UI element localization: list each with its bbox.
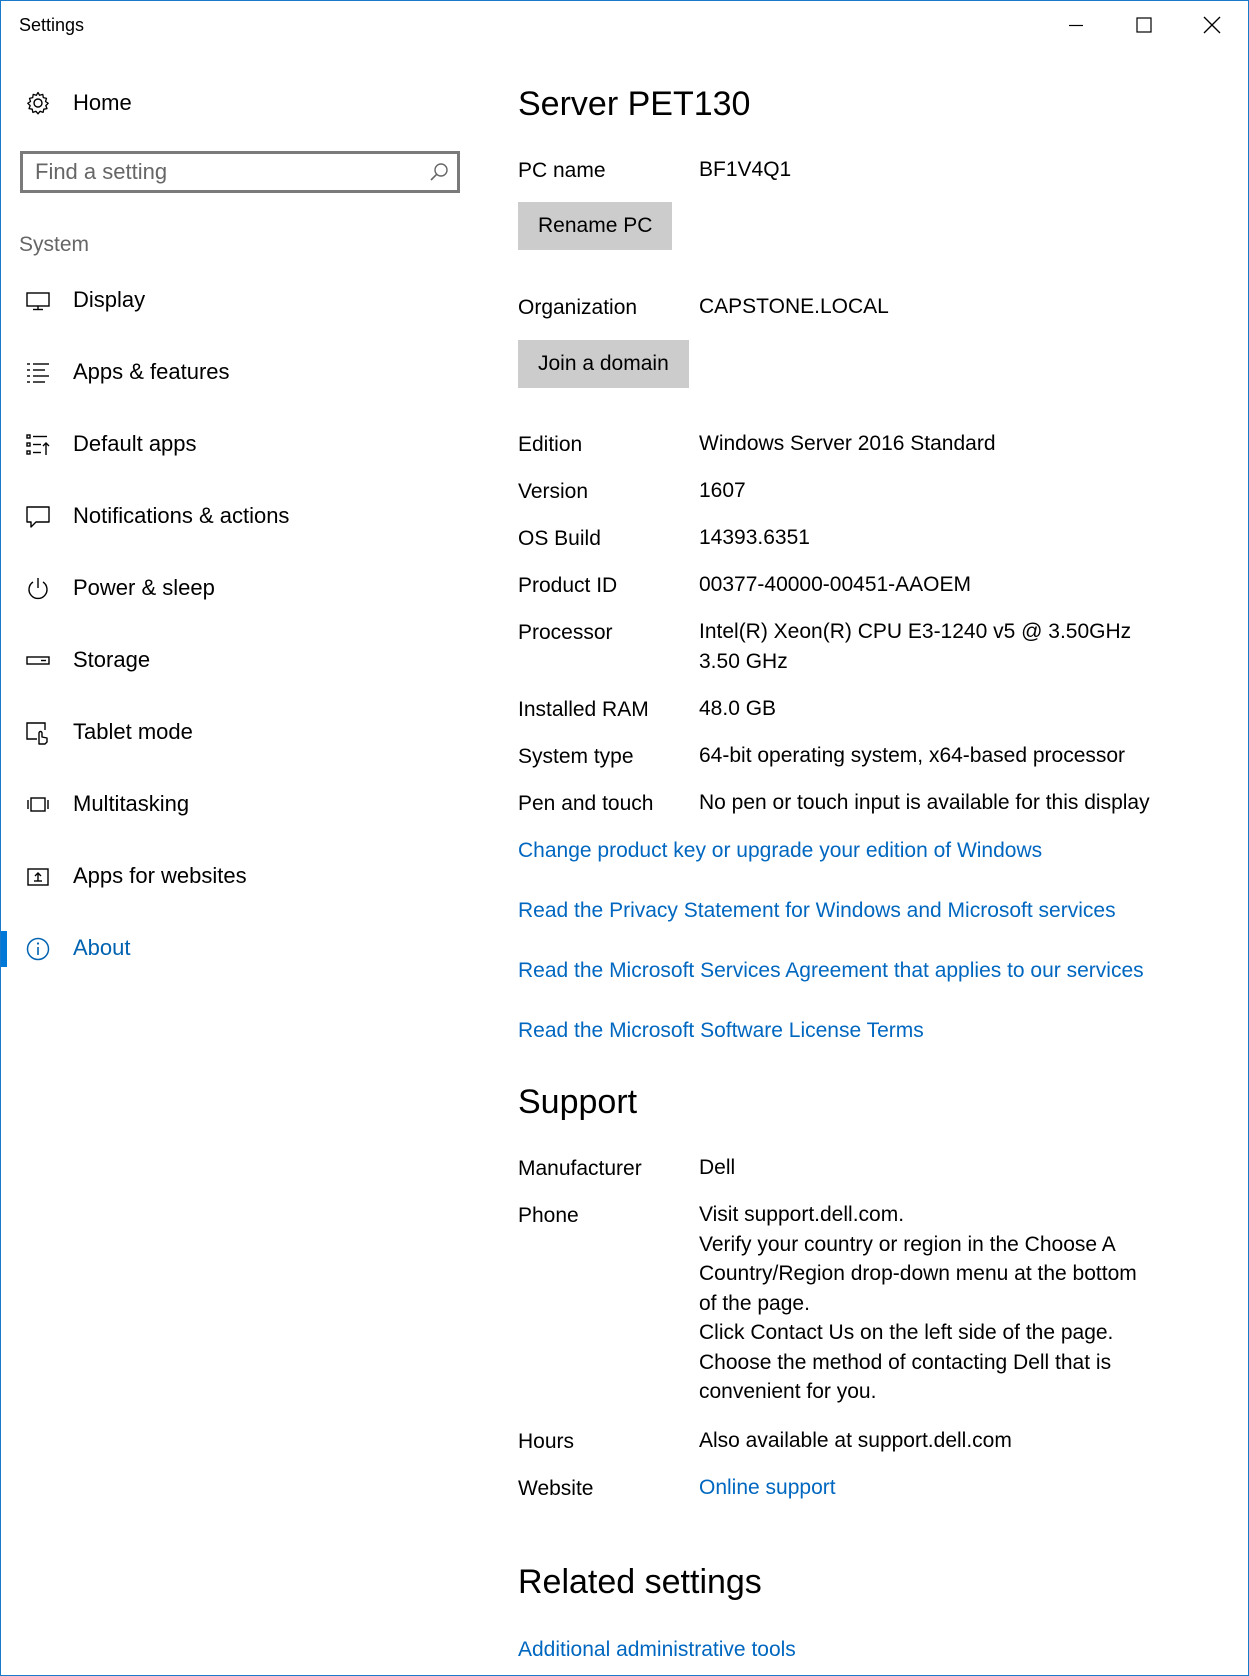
sidebar-item-label: Default apps (73, 431, 197, 456)
sidebar-item-label: Multitasking (73, 791, 190, 816)
power-icon (25, 576, 51, 602)
spec-value-product-id: 00377-40000-00451-AAOEM (699, 573, 972, 596)
spec-label-processor: Processor (518, 621, 613, 644)
sidebar-item-apps-for-websites[interactable]: Apps for websites (1, 849, 471, 905)
settings-window: Settings Home Find a setting System Disp… (0, 0, 1249, 1676)
spec-label-pen-touch: Pen and touch (518, 792, 654, 815)
sidebar-item-notifications[interactable]: Notifications & actions (1, 489, 471, 545)
related-settings-heading: Related settings (518, 1563, 762, 1601)
rename-pc-button[interactable]: Rename PC (518, 202, 673, 250)
sidebar-item-label: Power & sleep (73, 575, 215, 600)
sidebar-item-power-sleep[interactable]: Power & sleep (1, 561, 471, 617)
home-label: Home (73, 90, 132, 115)
phone-line: Verify your country or region in the Cho… (699, 1232, 1116, 1256)
processor-speed: 3.50 GHz (699, 649, 788, 673)
manufacturer-label: Manufacturer (518, 1157, 642, 1180)
sidebar-item-label: About (73, 935, 131, 960)
page-title: Server PET130 (518, 85, 751, 123)
support-heading: Support (518, 1083, 638, 1121)
search-input[interactable] (35, 158, 415, 186)
storage-drive-icon (25, 648, 51, 674)
window-title: Settings (19, 15, 85, 35)
search-icon[interactable] (429, 162, 449, 182)
organization-label: Organization (518, 296, 638, 319)
sidebar-item-label: Notifications & actions (73, 503, 290, 528)
phone-line: Click Contact Us on the left side of the… (699, 1321, 1114, 1344)
apps-for-websites-icon (25, 864, 51, 890)
sidebar-item-label: Apps & features (73, 359, 230, 384)
spec-value-version: 1607 (699, 479, 746, 502)
spec-value-edition: Windows Server 2016 Standard (699, 432, 996, 455)
sidebar-item-about[interactable]: About (1, 921, 471, 977)
sidebar-item-label: Storage (73, 647, 151, 672)
phone-line: Country/Region drop-down menu at the bot… (699, 1262, 1137, 1285)
sidebar-item-storage[interactable]: Storage (1, 633, 471, 689)
sidebar-item-tablet-mode[interactable]: Tablet mode (1, 705, 471, 761)
online-support-link[interactable]: Online support (699, 1476, 836, 1499)
section-label-system: System (19, 233, 90, 256)
title-bar: Settings (1, 1, 1248, 49)
admin-tools-link[interactable]: Additional administrative tools (518, 1638, 796, 1662)
maximize-button[interactable] (1110, 1, 1178, 49)
spec-value-installed-ram: 48.0 GB (699, 697, 777, 720)
default-apps-icon (25, 432, 51, 458)
manufacturer-value: Dell (699, 1156, 736, 1179)
sidebar: Home System Display Apps & features (1, 49, 471, 1675)
phone-value: Visit support.dell.com. Verify your coun… (699, 1200, 1219, 1407)
spec-value-system-type: 64-bit operating system, x64-based proce… (699, 744, 1126, 767)
phone-line: Choose the method of contacting Dell tha… (699, 1350, 1112, 1374)
home-nav-item[interactable]: Home (1, 79, 471, 127)
pc-name-value: BF1V4Q1 (699, 158, 792, 181)
sidebar-item-label: Display (73, 287, 146, 312)
phone-line: of the page. (699, 1291, 810, 1315)
list-icon (25, 360, 51, 386)
spec-value-os-build: 14393.6351 (699, 526, 810, 549)
spec-value-processor: Intel(R) Xeon(R) CPU E3-1240 v5 @ 3.50GH… (699, 617, 1219, 676)
minimize-icon (1069, 24, 1083, 27)
website-label: Website (518, 1477, 594, 1500)
gear-icon (25, 90, 51, 116)
speech-bubble-icon (25, 504, 51, 530)
sidebar-item-apps-features[interactable]: Apps & features (1, 345, 471, 401)
services-agreement-link[interactable]: Read the Microsoft Services Agreement th… (518, 959, 1144, 983)
info-icon (25, 936, 51, 962)
spec-label-installed-ram: Installed RAM (518, 698, 649, 721)
sidebar-item-display[interactable]: Display (1, 273, 471, 329)
pc-name-label: PC name (518, 159, 606, 182)
privacy-statement-link[interactable]: Read the Privacy Statement for Windows a… (518, 899, 1116, 923)
phone-line: Visit support.dell.com. (699, 1203, 905, 1226)
spec-value-pen-touch: No pen or touch input is available for t… (699, 791, 1150, 814)
spec-label-os-build: OS Build (518, 527, 601, 550)
monitor-icon (25, 288, 51, 314)
close-button[interactable] (1178, 1, 1246, 49)
sidebar-item-label: Apps for websites (73, 863, 247, 888)
minimize-button[interactable] (1042, 1, 1110, 49)
sidebar-item-label: Tablet mode (73, 719, 193, 744)
spec-label-product-id: Product ID (518, 574, 618, 597)
spec-label-system-type: System type (518, 745, 634, 768)
organization-value: CAPSTONE.LOCAL (699, 295, 889, 318)
processor-model: Intel(R) Xeon(R) CPU E3-1240 v5 @ 3.50GH… (699, 620, 1132, 643)
spec-label-version: Version (518, 480, 589, 503)
tablet-mode-icon (25, 720, 51, 746)
spec-label-edition: Edition (518, 433, 583, 456)
license-terms-link[interactable]: Read the Microsoft Software License Term… (518, 1019, 924, 1043)
close-icon (1203, 16, 1221, 34)
sidebar-item-default-apps[interactable]: Default apps (1, 417, 471, 473)
multitasking-icon (25, 792, 51, 818)
search-box[interactable] (20, 151, 460, 193)
phone-label: Phone (518, 1204, 579, 1227)
maximize-icon (1136, 17, 1152, 33)
phone-line: convenient for you. (699, 1380, 877, 1403)
hours-label: Hours (518, 1430, 575, 1453)
join-domain-button[interactable]: Join a domain (518, 340, 689, 388)
sidebar-item-multitasking[interactable]: Multitasking (1, 777, 471, 833)
selection-indicator (1, 931, 7, 967)
change-product-key-link[interactable]: Change product key or upgrade your editi… (518, 839, 1042, 863)
hours-value: Also available at support.dell.com (699, 1429, 1012, 1452)
website-value: Online support (699, 1473, 1219, 1503)
